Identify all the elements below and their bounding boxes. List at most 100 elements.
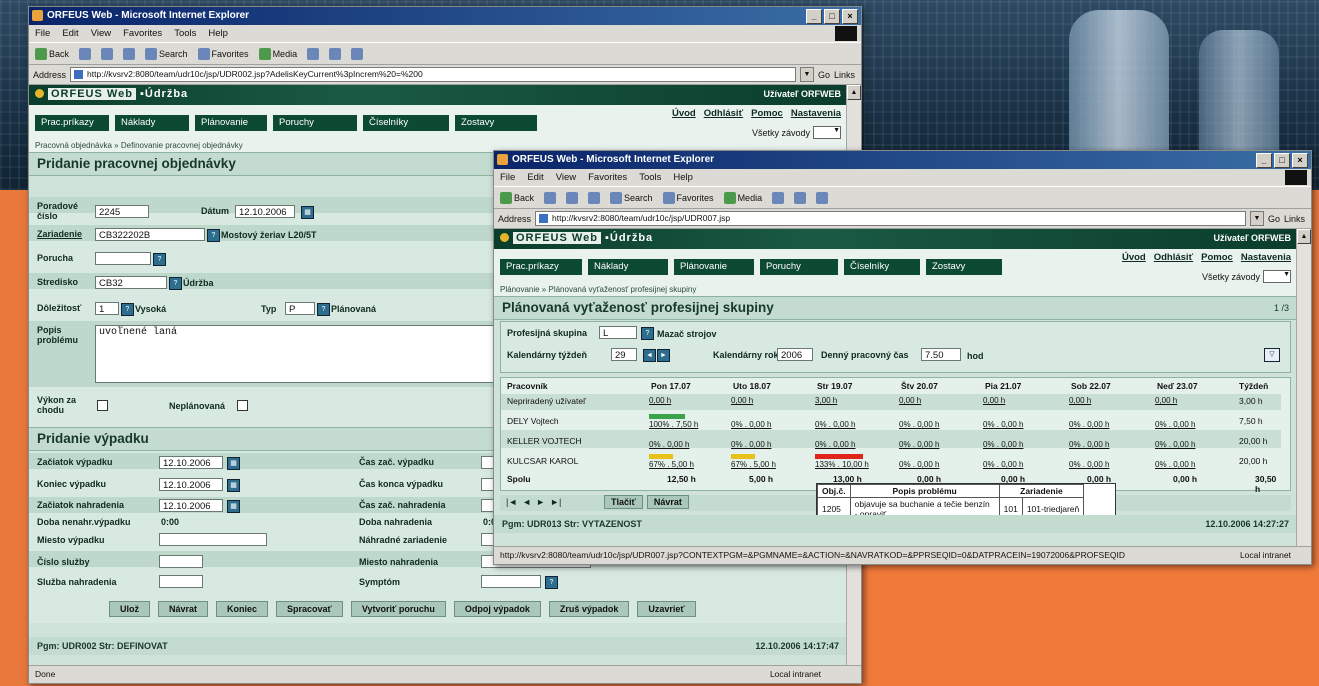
links-button[interactable]: Links bbox=[834, 70, 861, 80]
close-button[interactable]: × bbox=[1292, 153, 1308, 168]
uloz-button[interactable]: Ulož bbox=[109, 601, 150, 617]
workload-cell[interactable]: 0% . 0,00 h bbox=[815, 420, 855, 429]
dolezitost-input[interactable]: 1 bbox=[95, 302, 119, 315]
print-icon[interactable] bbox=[816, 191, 829, 204]
stredisko-input[interactable]: CB32 bbox=[95, 276, 167, 289]
plant-select[interactable]: ▼ bbox=[1263, 270, 1291, 283]
workload-cell[interactable]: 0,00 h bbox=[983, 396, 1005, 405]
workload-cell[interactable]: 0,00 h bbox=[1155, 396, 1177, 405]
address-input[interactable]: http://kvsrv2:8080/team/udr10c/jsp/UDR00… bbox=[70, 67, 796, 82]
workload-cell[interactable]: 0,00 h bbox=[731, 396, 753, 405]
address-input[interactable]: http://kvsrv2:8080/team/udr10c/jsp/UDR00… bbox=[535, 211, 1246, 226]
zariadenie-label[interactable]: Zariadenie bbox=[37, 229, 82, 239]
workload-cell[interactable]: 0% . 0,00 h bbox=[899, 420, 939, 429]
scroll-up-icon[interactable]: ▲ bbox=[1297, 229, 1311, 244]
uzavriet-button[interactable]: Uzavrieť bbox=[637, 601, 696, 617]
link-pomoc[interactable]: Pomoc bbox=[751, 108, 783, 119]
nav-planovanie[interactable]: Plánovanie bbox=[195, 115, 267, 131]
workload-cell[interactable]: 0% . 0,00 h bbox=[1155, 440, 1195, 449]
workload-cell[interactable]: 133% . 10,00 h bbox=[815, 460, 869, 469]
menu-help[interactable]: Help bbox=[208, 28, 228, 39]
history-icon[interactable] bbox=[307, 47, 320, 60]
nav-planovanie[interactable]: Plánovanie bbox=[674, 259, 754, 275]
link-odhlasit[interactable]: Odhlásiť bbox=[1154, 252, 1193, 263]
workload-cell[interactable]: 0% . 0,00 h bbox=[649, 440, 689, 449]
pager-first-icon[interactable]: |◄ ◄ ► ►| bbox=[506, 497, 561, 507]
menu-edit[interactable]: Edit bbox=[62, 28, 78, 39]
lookup-icon[interactable]: ? bbox=[207, 229, 220, 242]
menu-favorites[interactable]: Favorites bbox=[588, 172, 627, 183]
stop-icon[interactable] bbox=[79, 47, 92, 60]
workload-cell[interactable]: 0% . 0,00 h bbox=[899, 460, 939, 469]
workload-cell[interactable]: 0% . 0,00 h bbox=[1069, 460, 1109, 469]
kon-vyp-input[interactable]: 12.10.2006 bbox=[159, 478, 223, 491]
filter-icon[interactable]: ▽ bbox=[1264, 348, 1280, 362]
menu-help[interactable]: Help bbox=[673, 172, 693, 183]
lookup-icon[interactable]: ? bbox=[317, 303, 330, 316]
menu-view[interactable]: View bbox=[91, 28, 111, 39]
workload-cell[interactable]: 0% . 0,00 h bbox=[1155, 420, 1195, 429]
home-icon[interactable] bbox=[123, 47, 136, 60]
nav-poruchy[interactable]: Poruchy bbox=[273, 115, 357, 131]
maximize-button[interactable]: □ bbox=[824, 9, 840, 24]
rok-input[interactable]: 2006 bbox=[777, 348, 813, 361]
favorites-button[interactable]: Favorites bbox=[197, 47, 249, 60]
zac-vyp-input[interactable]: 12.10.2006 bbox=[159, 456, 223, 469]
workload-cell[interactable]: 0,00 h bbox=[649, 396, 671, 405]
menu-tools[interactable]: Tools bbox=[639, 172, 661, 183]
back-button[interactable]: Back bbox=[500, 191, 534, 204]
workload-cell[interactable]: 67% . 5,00 h bbox=[731, 460, 776, 469]
close-button[interactable]: × bbox=[842, 9, 858, 24]
tlacit-button[interactable]: Tlačiť bbox=[604, 495, 643, 509]
menu-tools[interactable]: Tools bbox=[174, 28, 196, 39]
odpoj-vypadok-button[interactable]: Odpoj výpadok bbox=[453, 601, 541, 617]
link-uvod[interactable]: Úvod bbox=[1122, 252, 1146, 263]
nav-ciselniky[interactable]: Číselníky bbox=[363, 115, 449, 131]
history-icon[interactable] bbox=[772, 191, 785, 204]
zrus-vypadok-button[interactable]: Zruš výpadok bbox=[548, 601, 630, 617]
refresh-icon[interactable] bbox=[101, 47, 114, 60]
workload-cell[interactable]: 0% . 0,00 h bbox=[731, 440, 771, 449]
zac-nah-input[interactable]: 12.10.2006 bbox=[159, 499, 223, 512]
link-nastavenia[interactable]: Nastavenia bbox=[791, 108, 841, 119]
workload-cell[interactable]: 0,00 h bbox=[899, 396, 921, 405]
menu-file[interactable]: File bbox=[35, 28, 50, 39]
go-button[interactable]: Go bbox=[1268, 214, 1280, 224]
media-button[interactable]: Media bbox=[258, 47, 297, 60]
koniec-button[interactable]: Koniec bbox=[216, 601, 269, 617]
next-week-icon[interactable]: ► bbox=[657, 349, 670, 362]
print-icon[interactable] bbox=[351, 47, 364, 60]
kal-input[interactable]: 29 bbox=[611, 348, 637, 361]
nav-prac-prikazy[interactable]: Prac.príkazy bbox=[35, 115, 109, 131]
lookup-icon[interactable]: ? bbox=[153, 253, 166, 266]
calendar-icon[interactable]: ▦ bbox=[227, 500, 240, 513]
refresh-icon[interactable] bbox=[566, 191, 579, 204]
link-odhlasit[interactable]: Odhlásiť bbox=[704, 108, 743, 119]
home-icon[interactable] bbox=[588, 191, 601, 204]
nav-zostavy[interactable]: Zostavy bbox=[455, 115, 537, 131]
menu-view[interactable]: View bbox=[556, 172, 576, 183]
back-button[interactable]: Back bbox=[35, 47, 69, 60]
media-button[interactable]: Media bbox=[723, 191, 762, 204]
mail-icon[interactable] bbox=[794, 191, 807, 204]
plant-select[interactable]: ▼ bbox=[813, 126, 841, 139]
porucha-input[interactable] bbox=[95, 252, 151, 265]
workload-cell[interactable]: 0% . 0,00 h bbox=[983, 460, 1023, 469]
nav-zostavy[interactable]: Zostavy bbox=[926, 259, 1002, 275]
workload-cell[interactable]: 0% . 0,00 h bbox=[899, 440, 939, 449]
address-dropdown[interactable]: ▼ bbox=[1249, 211, 1264, 226]
workload-cell[interactable]: 3,00 h bbox=[815, 396, 837, 405]
workload-cell[interactable]: 100% . 7,50 h bbox=[649, 420, 698, 429]
neplanovana-checkbox[interactable] bbox=[237, 400, 248, 411]
scrollbar[interactable]: ▲ bbox=[1296, 229, 1311, 546]
workload-cell[interactable]: 0% . 0,00 h bbox=[815, 440, 855, 449]
search-button[interactable]: Search bbox=[610, 191, 653, 204]
search-button[interactable]: Search bbox=[145, 47, 188, 60]
prev-week-icon[interactable]: ◄ bbox=[643, 349, 656, 362]
lookup-icon[interactable]: ? bbox=[169, 277, 182, 290]
mail-icon[interactable] bbox=[329, 47, 342, 60]
navrat-button[interactable]: Návrat bbox=[158, 601, 209, 617]
workload-cell[interactable]: 0% . 0,00 h bbox=[1155, 460, 1195, 469]
link-pomoc[interactable]: Pomoc bbox=[1201, 252, 1233, 263]
go-button[interactable]: Go bbox=[818, 70, 830, 80]
